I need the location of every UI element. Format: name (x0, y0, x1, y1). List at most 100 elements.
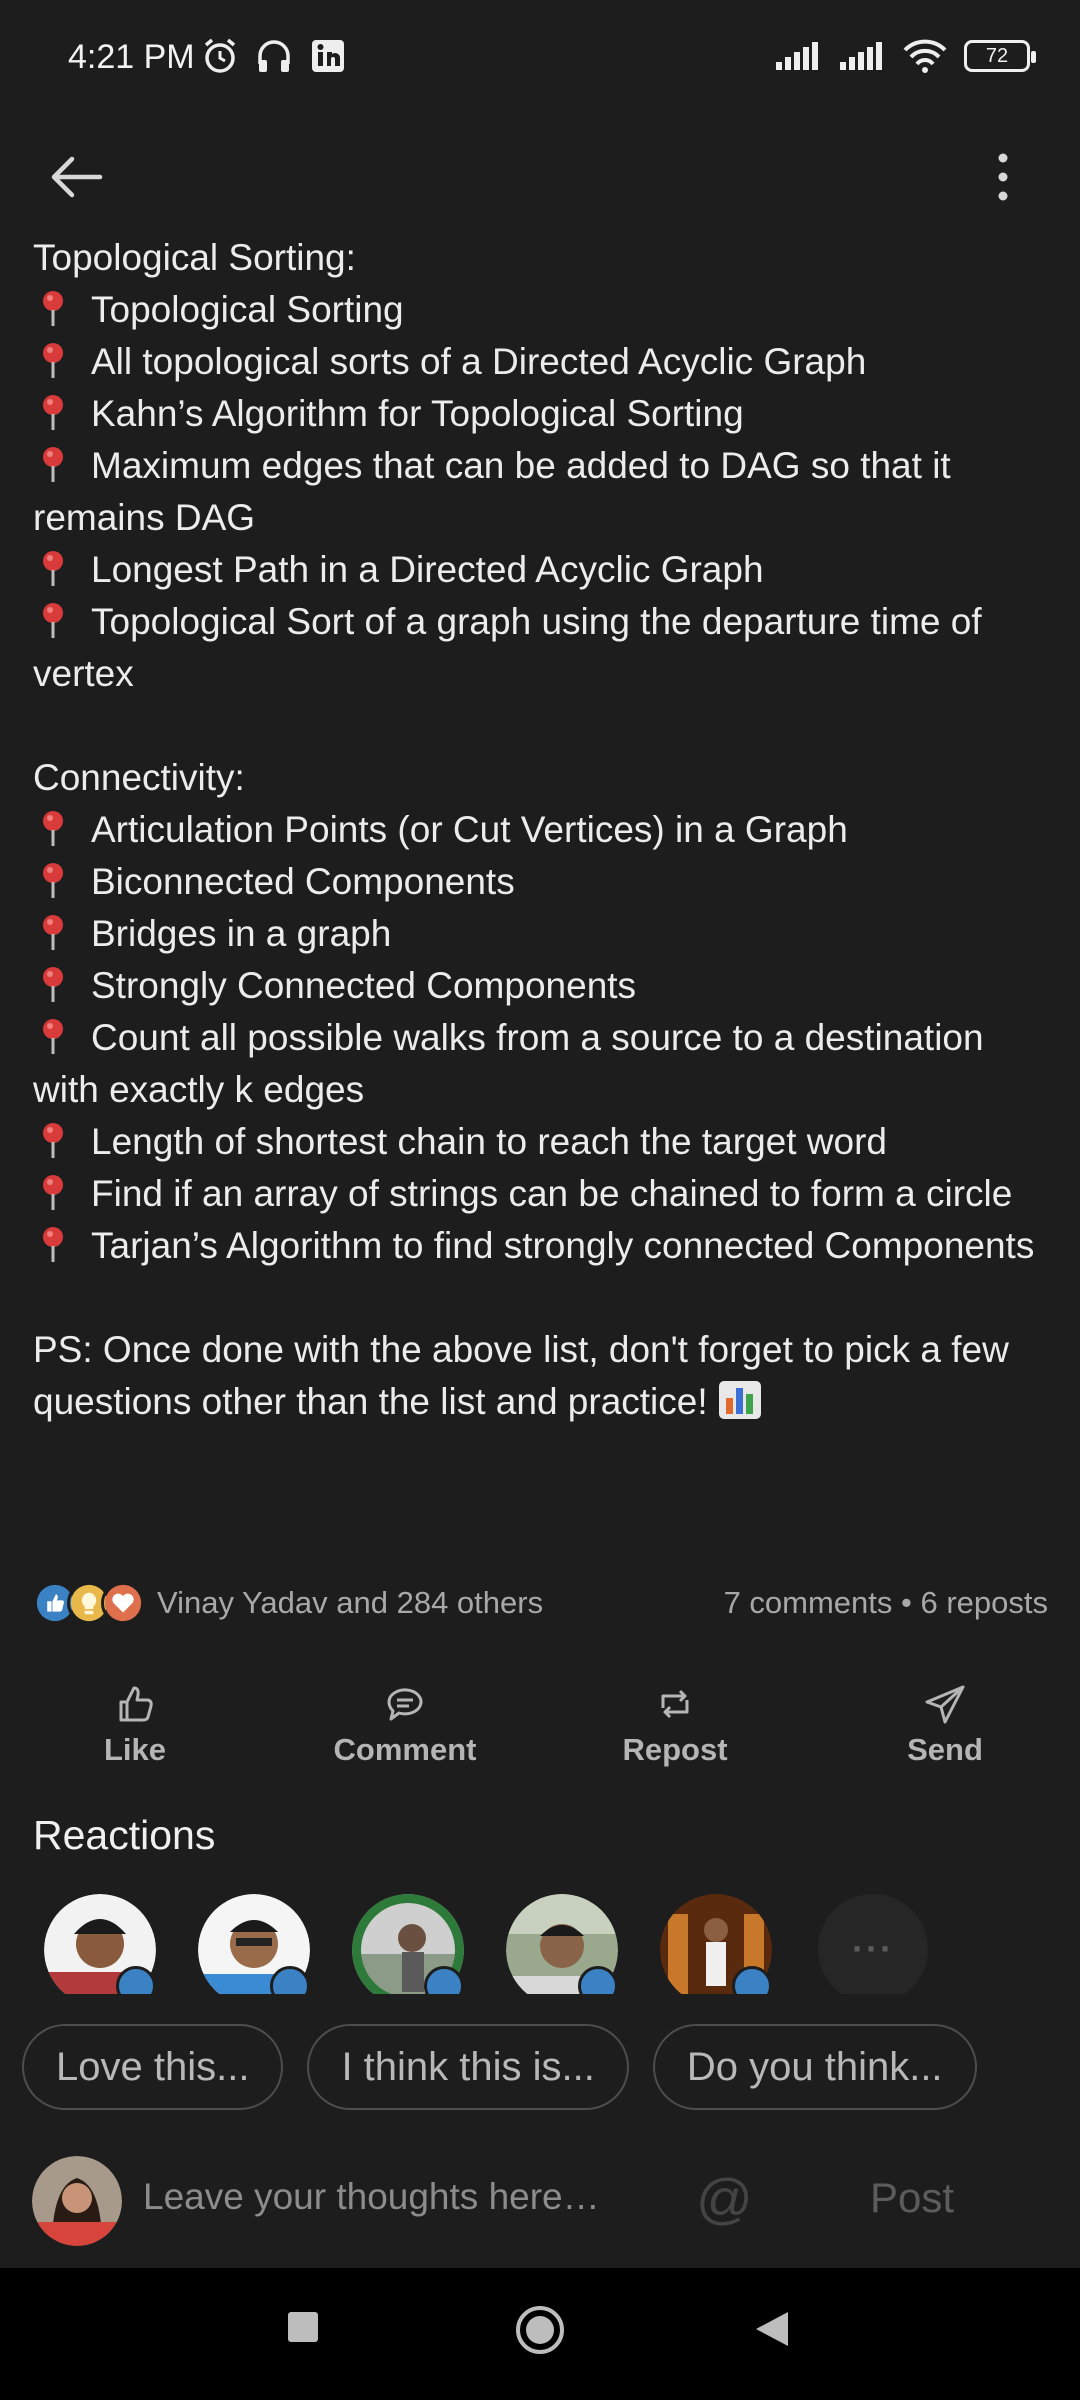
pin-icon (43, 967, 63, 1002)
status-icons-right: 72 (774, 38, 1036, 74)
quick-replies: Love this... I think this is... Do you t… (22, 2024, 1072, 2114)
pin-icon (43, 1227, 63, 1262)
pin-icon (43, 1175, 63, 1210)
list-item-text: Biconnected Components (91, 861, 515, 902)
pin-icon (43, 603, 63, 638)
list-item: Articulation Points (or Cut Vertices) in… (33, 804, 1053, 856)
mention-button[interactable]: @ (696, 2164, 753, 2234)
reactions-title: Reactions (33, 1812, 216, 1858)
comment-icon (387, 1688, 423, 1721)
pin-icon (43, 811, 63, 846)
closing-paragraph: PS: Once done with the above list, don't… (33, 1324, 1053, 1428)
battery-icon: 72 (964, 40, 1036, 72)
bar-chart-icon (718, 1381, 761, 1419)
action-bar: Like Comment Repost Send (0, 1670, 1080, 1780)
post-button[interactable]: Post (870, 2174, 954, 2222)
reactor-avatar[interactable] (506, 1894, 618, 1994)
reactor-avatar[interactable] (352, 1894, 464, 1994)
list-item-text: Topological Sorting (91, 289, 404, 330)
recents-button[interactable] (286, 2310, 320, 2344)
pin-icon (43, 447, 63, 482)
top-bar (0, 120, 1080, 230)
repost-icon (661, 1689, 689, 1719)
pin-icon (43, 291, 63, 326)
more-reactors-label: ··· (852, 1928, 894, 1969)
battery-level: 72 (985, 44, 1009, 67)
social-counts[interactable]: Vinay Yadav and 284 others 7 comments • … (33, 1578, 1048, 1628)
like-label: Like (103, 1732, 167, 1767)
repost-label: Repost (622, 1732, 728, 1767)
reactors-text: Vinay Yadav and 284 others (157, 1585, 544, 1620)
list-item: Tarjan’s Algorithm to find strongly conn… (33, 1220, 1053, 1272)
wifi-icon (903, 39, 947, 73)
list-item-text: Tarjan’s Algorithm to find strongly conn… (91, 1225, 1035, 1266)
navigation-bar (0, 2268, 1080, 2400)
reactor-avatar[interactable] (198, 1894, 310, 1994)
list-item-text: Longest Path in a Directed Acyclic Graph (91, 549, 764, 590)
list-item: Biconnected Components (33, 856, 1053, 908)
pin-icon (43, 863, 63, 898)
thumbs-up-icon (119, 1686, 153, 1722)
list-item: Kahn’s Algorithm for Topological Sorting (33, 388, 1053, 440)
user-avatar (32, 2156, 122, 2246)
list-item: Find if an array of strings can be chain… (33, 1168, 1053, 1220)
more-reactors-button[interactable]: ··· (818, 1894, 928, 1994)
linkedin-icon (312, 40, 344, 72)
list-item-text: Maximum edges that can be added to DAG s… (33, 445, 951, 538)
list-item-text: All topological sorts of a Directed Acyc… (91, 341, 867, 382)
list-item-text: Find if an array of strings can be chain… (91, 1173, 1013, 1214)
pin-icon (43, 551, 63, 586)
home-button[interactable] (514, 2304, 566, 2356)
list-item: Topological Sort of a graph using the de… (33, 596, 1053, 700)
post-body: Topological Sorting: Topological Sorting… (33, 232, 1053, 1428)
quick-reply-chip[interactable]: Love this... (22, 2024, 284, 2110)
arrow-left-icon[interactable] (40, 140, 114, 214)
list-item: Strongly Connected Components (33, 960, 1053, 1012)
list-item: Count all possible walks from a source t… (33, 1012, 1053, 1116)
reactor-avatar[interactable] (44, 1894, 156, 1994)
list-item-text: Length of shortest chain to reach the ta… (91, 1121, 887, 1162)
status-bar: 4:21 PM 72 (0, 0, 1080, 120)
comment-button[interactable]: Comment (270, 1670, 540, 1780)
quick-reply-chip[interactable]: Do you think... (652, 2024, 977, 2110)
back-nav-button[interactable] (754, 2310, 790, 2348)
comment-input[interactable]: Leave your thoughts here… (143, 2176, 600, 2218)
comment-label: Comment (333, 1732, 477, 1767)
pin-icon (43, 343, 63, 378)
section-title: Connectivity: (33, 757, 245, 798)
list-item: Bridges in a graph (33, 908, 1053, 960)
list-item: All topological sorts of a Directed Acyc… (33, 336, 1053, 388)
like-button[interactable]: Like (0, 1670, 270, 1780)
signal-icon (840, 42, 882, 70)
closing-text: PS: Once done with the above list, don't… (33, 1329, 1009, 1422)
alarm-icon (204, 38, 236, 73)
list-item-text: Bridges in a graph (91, 913, 392, 954)
list-item: Length of shortest chain to reach the ta… (33, 1116, 1053, 1168)
send-label: Send (907, 1732, 983, 1767)
comment-composer: Leave your thoughts here… @ Post (0, 2150, 1080, 2270)
engagement-stats[interactable]: 7 comments • 6 reposts (724, 1585, 1048, 1621)
repost-button[interactable]: Repost (540, 1670, 810, 1780)
list-item-text: Topological Sort of a graph using the de… (33, 601, 982, 694)
list-item-text: Count all possible walks from a source t… (33, 1017, 984, 1110)
love-icon (101, 1581, 145, 1625)
reactions-summary[interactable]: Vinay Yadav and 284 others (33, 1581, 543, 1625)
list-item-text: Strongly Connected Components (91, 965, 637, 1006)
list-item: Longest Path in a Directed Acyclic Graph (33, 544, 1053, 596)
section-title: Topological Sorting: (33, 237, 356, 278)
list-item-text: Kahn’s Algorithm for Topological Sorting (91, 393, 744, 434)
quick-reply-chip[interactable]: I think this is... (307, 2024, 629, 2110)
status-icons-left (200, 36, 348, 76)
signal-icon (776, 42, 818, 70)
pin-icon (43, 1019, 63, 1054)
pin-icon (43, 1123, 63, 1158)
more-vertical-icon[interactable] (966, 140, 1040, 214)
list-item: Maximum edges that can be added to DAG s… (33, 440, 1053, 544)
send-icon (925, 1685, 965, 1724)
list-item: Topological Sorting (33, 284, 1053, 336)
send-button[interactable]: Send (810, 1670, 1080, 1780)
reactor-avatar[interactable] (660, 1894, 772, 1994)
status-time: 4:21 PM (68, 38, 195, 76)
